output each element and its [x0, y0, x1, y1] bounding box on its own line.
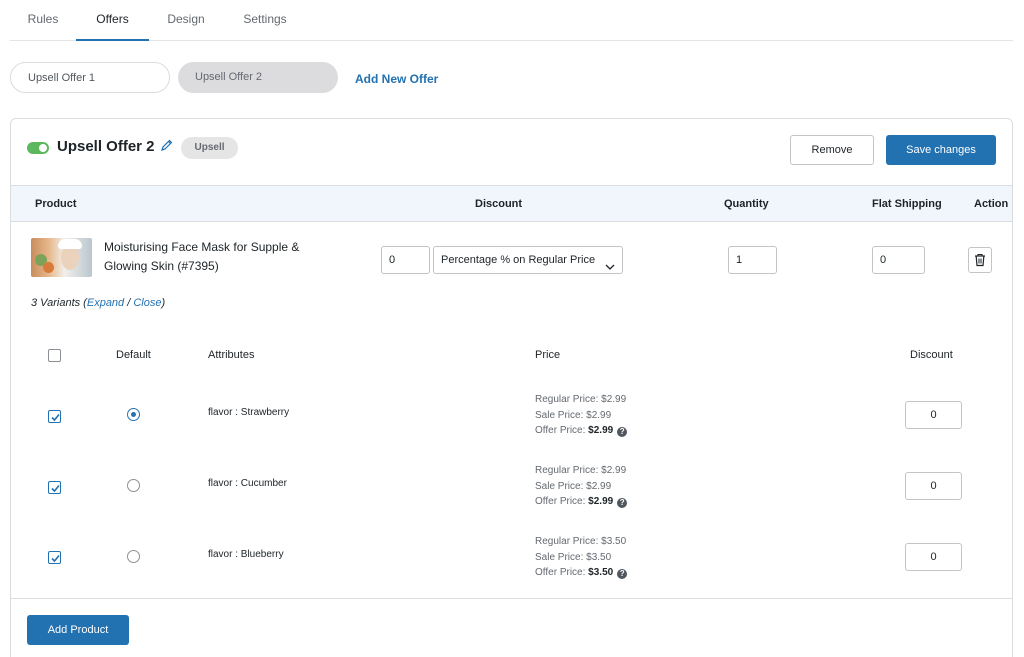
regular-price: Regular Price: $2.99 — [535, 465, 627, 476]
variant-attribute: flavor : Cucumber — [208, 478, 287, 489]
check-icon — [51, 413, 60, 422]
pencil-icon[interactable] — [160, 138, 174, 152]
quantity-input[interactable]: 1 — [728, 246, 777, 274]
chevron-down-icon — [605, 255, 615, 270]
offer-pill-1[interactable]: Upsell Offer 1 — [10, 62, 170, 93]
tab-settings[interactable]: Settings — [223, 0, 307, 41]
check-icon — [51, 484, 60, 493]
variant-attribute: flavor : Strawberry — [208, 407, 290, 418]
flat-shipping-input[interactable]: 0 — [872, 246, 925, 274]
variant-default-radio[interactable] — [127, 408, 140, 421]
offer-price-value: $2.99 — [588, 496, 614, 507]
expand-link[interactable]: Expand — [87, 297, 124, 309]
offer-price-value: $2.99 — [588, 425, 614, 436]
header-discount: Discount — [475, 198, 523, 210]
variant-default-radio[interactable] — [127, 550, 140, 563]
offer-price-value: $3.50 — [588, 567, 614, 578]
discount-type-value: Percentage % on Regular Price — [441, 254, 596, 266]
add-product-button[interactable]: Add Product — [27, 615, 129, 645]
delete-product-button[interactable] — [968, 247, 992, 273]
remove-button[interactable]: Remove — [790, 135, 874, 165]
sale-price: Sale Price: $3.50 — [535, 551, 612, 563]
sale-price: Sale Price: $2.99 — [535, 480, 612, 492]
variants-count: 3 Variants — [31, 297, 81, 309]
offer-title: Upsell Offer 2 — [57, 138, 155, 155]
link-separator: / — [127, 297, 131, 309]
variant-header-discount: Discount — [910, 349, 953, 361]
header-quantity: Quantity — [724, 198, 769, 210]
tab-design[interactable]: Design — [149, 0, 223, 41]
variant-discount-input[interactable]: 0 — [905, 472, 962, 500]
variant-header-price: Price — [535, 349, 561, 361]
check-icon — [51, 554, 60, 563]
variant-header-default: Default — [116, 349, 151, 361]
product-table-header: Product Discount Quantity Flat Shipping … — [11, 185, 1012, 222]
variant-price: Regular Price: $2.99 Sale Price: $2.99 O… — [535, 463, 628, 510]
select-all-checkbox[interactable] — [48, 349, 61, 362]
card-footer-divider — [11, 598, 1012, 599]
close-link[interactable]: Close — [133, 297, 161, 309]
offer-enabled-toggle[interactable] — [27, 142, 49, 154]
offer-type-badge: Upsell — [181, 137, 238, 159]
variant-discount-input[interactable]: 0 — [905, 401, 962, 429]
discount-value-input[interactable]: 0 — [381, 246, 430, 274]
variants-summary: 3 Variants (Expand / Close) — [31, 297, 166, 309]
header-action: Action — [974, 198, 1009, 210]
offer-pill-2[interactable]: Upsell Offer 2 — [178, 62, 338, 93]
save-changes-button[interactable]: Save changes — [886, 135, 996, 165]
offer-price-label: Offer Price: — [535, 425, 586, 436]
help-icon[interactable]: ? — [617, 498, 628, 508]
sale-price: Sale Price: $2.99 — [535, 409, 612, 421]
variant-price: Regular Price: $2.99 Sale Price: $2.99 O… — [535, 392, 628, 439]
variant-discount-input[interactable]: 0 — [905, 543, 962, 571]
offer-price-label: Offer Price: — [535, 567, 586, 578]
tab-rules[interactable]: Rules — [10, 0, 76, 41]
product-thumbnail — [31, 238, 92, 277]
variant-attribute: flavor : Blueberry — [208, 549, 284, 560]
header-product: Product — [35, 198, 77, 210]
regular-price: Regular Price: $2.99 — [535, 394, 627, 405]
variant-checkbox[interactable] — [48, 551, 61, 564]
help-icon[interactable]: ? — [617, 427, 628, 437]
offer-price-label: Offer Price: — [535, 496, 586, 507]
variant-header-attributes: Attributes — [208, 349, 255, 361]
tab-offers[interactable]: Offers — [76, 0, 149, 41]
discount-type-select[interactable]: Percentage % on Regular Price — [433, 246, 623, 274]
help-icon[interactable]: ? — [617, 569, 628, 579]
product-name: Moisturising Face Mask for Supple & Glow… — [104, 240, 300, 273]
variant-checkbox[interactable] — [48, 481, 61, 494]
variant-price: Regular Price: $3.50 Sale Price: $3.50 O… — [535, 534, 628, 581]
add-new-offer-link[interactable]: Add New Offer — [355, 72, 438, 86]
variant-default-radio[interactable] — [127, 479, 140, 492]
offer-card: Upsell Offer 2 Upsell Remove Save change… — [10, 118, 1013, 657]
regular-price: Regular Price: $3.50 — [535, 536, 627, 547]
variant-checkbox[interactable] — [48, 410, 61, 423]
header-flat-shipping: Flat Shipping — [872, 198, 942, 210]
tab-bar: Rules Offers Design Settings — [10, 0, 1013, 41]
